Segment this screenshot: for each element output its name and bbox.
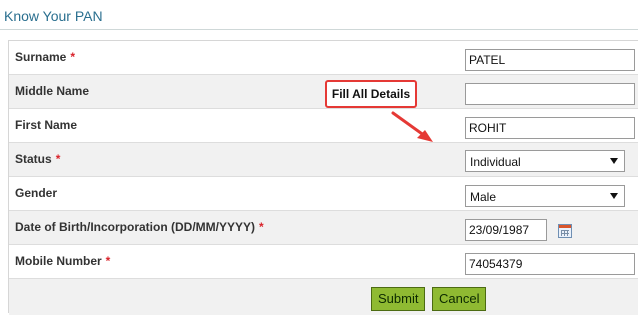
dob-input[interactable] [465, 219, 547, 241]
middle-name-label: Middle Name [15, 84, 90, 98]
surname-input[interactable] [465, 49, 635, 71]
gender-selected-value: Male [470, 190, 497, 204]
fill-all-details-callout: Fill All Details [325, 80, 417, 108]
page-title: Know Your PAN [4, 8, 103, 24]
calendar-icon[interactable] [558, 224, 572, 238]
cancel-button[interactable]: Cancel [432, 287, 487, 311]
required-marker: * [55, 152, 61, 166]
dropdown-arrow-icon [610, 158, 618, 164]
gender-select[interactable]: Male [465, 185, 625, 207]
first-name-label: First Name [15, 118, 78, 132]
required-marker: * [70, 50, 76, 64]
submit-button[interactable]: Submit [371, 287, 426, 311]
status-select[interactable]: Individual [465, 150, 625, 172]
dropdown-arrow-icon [610, 193, 618, 199]
mobile-input[interactable] [465, 253, 635, 275]
pan-form: Surname* Middle Name First Name Status* … [8, 40, 638, 315]
surname-label: Surname * [15, 50, 76, 64]
buttons-row [9, 279, 638, 315]
first-name-input[interactable] [465, 117, 635, 139]
required-marker: * [105, 254, 111, 268]
dob-label: Date of Birth/Incorporation (DD/MM/YYYY)… [15, 220, 264, 234]
mobile-label: Mobile Number * [15, 254, 111, 268]
status-label: Status * [15, 152, 61, 166]
page-header: Know Your PAN [0, 0, 638, 30]
required-marker: * [259, 220, 264, 234]
gender-label: Gender [15, 186, 58, 200]
callout-arrow-icon [391, 111, 433, 142]
status-selected-value: Individual [470, 155, 521, 169]
middle-name-input[interactable] [465, 83, 635, 105]
